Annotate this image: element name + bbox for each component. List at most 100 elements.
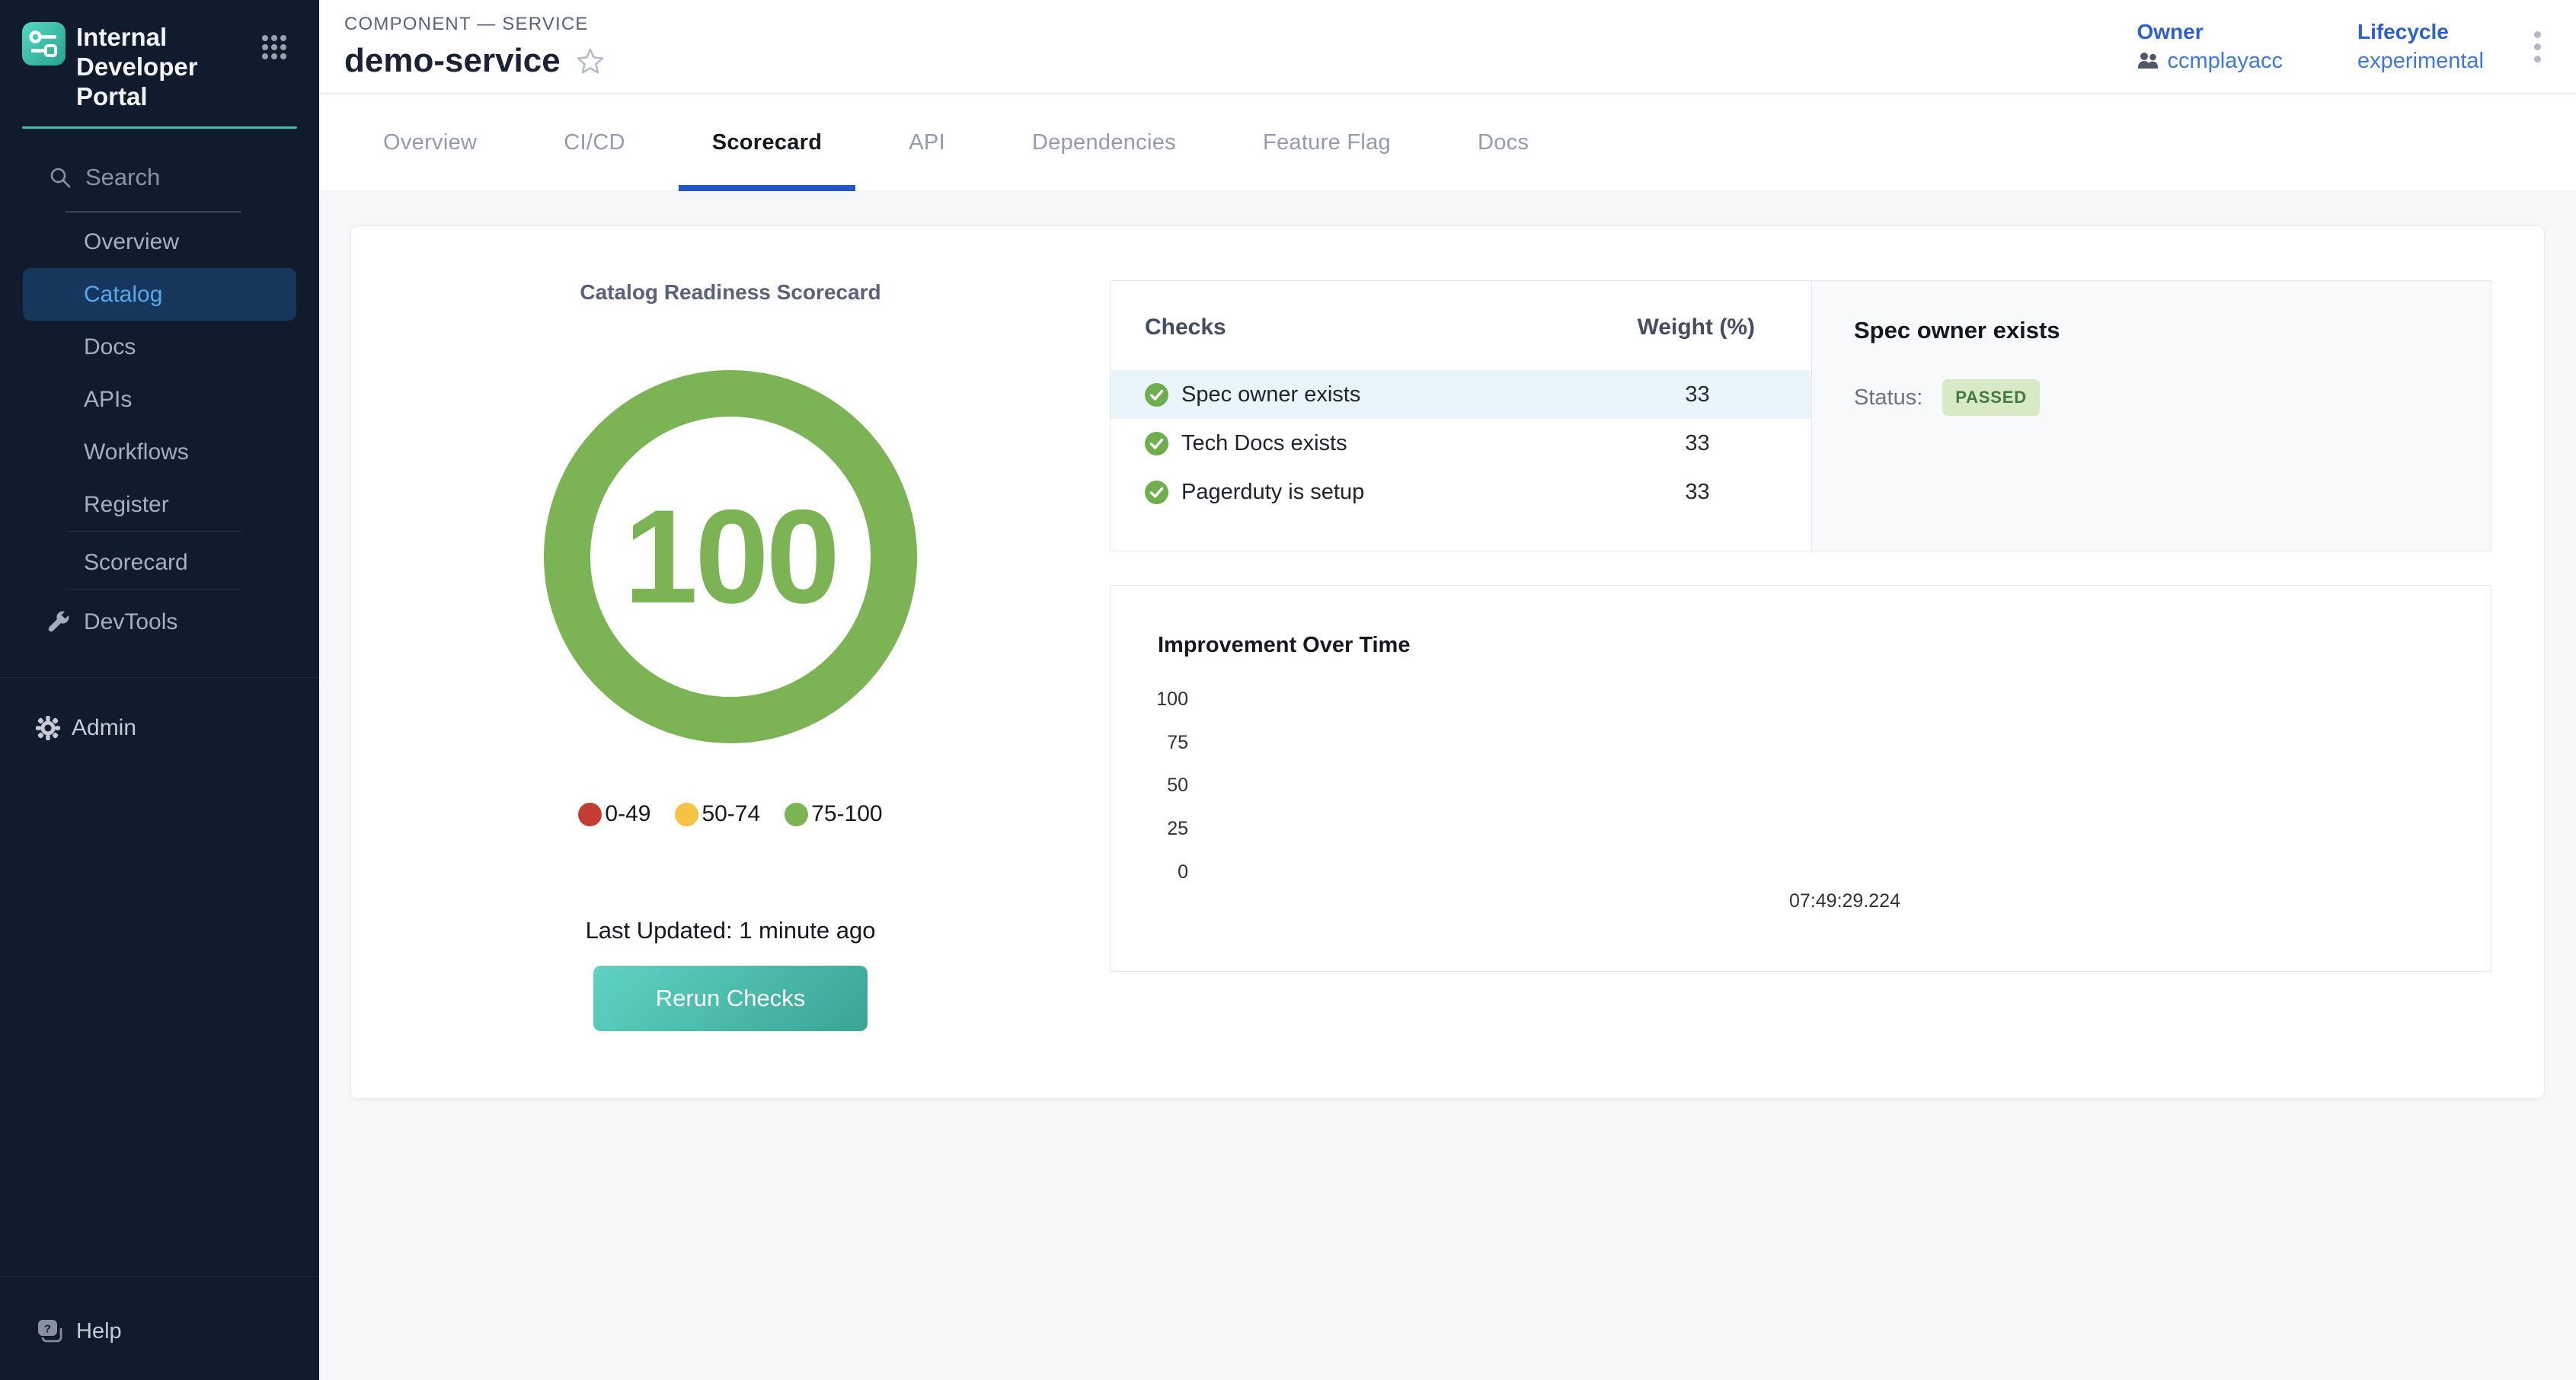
tab-overview[interactable]: Overview <box>350 94 510 190</box>
wrench-icon <box>44 609 72 636</box>
tab-api[interactable]: API <box>875 94 979 190</box>
brand-divider <box>22 126 297 129</box>
check-name: Tech Docs exists <box>1181 431 1347 456</box>
star-icon[interactable] <box>576 46 605 75</box>
check-name: Spec owner exists <box>1181 382 1360 407</box>
tab-label: Dependencies <box>1032 130 1176 155</box>
legend-label: 50-74 <box>702 801 760 827</box>
sidebar-item-label: Help <box>76 1319 122 1344</box>
y-axis-tick: 25 <box>1111 817 1188 840</box>
grid-dots-icon[interactable] <box>261 34 287 64</box>
lifecycle-value: experimental <box>2357 49 2484 74</box>
check-row-tech-docs-exists[interactable]: Tech Docs exists 33 <box>1111 419 1811 468</box>
sidebar-item-overview[interactable]: Overview <box>0 216 319 268</box>
tab-label: API <box>909 130 945 155</box>
check-circle-icon <box>1145 383 1168 407</box>
legend-label: 75-100 <box>811 801 882 827</box>
check-name: Pagerduty is setup <box>1181 480 1364 505</box>
entity-header-left: COMPONENT — SERVICE demo-service <box>344 14 605 80</box>
legend-label: 0-49 <box>605 801 650 827</box>
entity-tabs: Overview CI/CD Scorecard API Dependencies Fea… <box>319 94 2576 191</box>
last-updated-text: Last Updated: 1 minute ago <box>586 917 876 944</box>
y-axis-tick: 75 <box>1111 731 1188 754</box>
sidebar-item-label: DevTools <box>84 609 177 635</box>
checks-box: Checks Weight (%) Spec owner exists33Tec… <box>1110 280 2491 551</box>
sidebar-item-scorecard[interactable]: Scorecard <box>0 536 319 589</box>
owner-block: Owner ccmplayacc <box>2137 20 2283 74</box>
legend-dot <box>785 803 808 826</box>
check-weight: 33 <box>1640 480 1755 505</box>
sidebar-item-register[interactable]: Register <box>0 478 319 531</box>
search-input[interactable]: Search <box>49 164 319 191</box>
x-axis-tick: 07:49:29.224 <box>1789 890 1900 912</box>
lifecycle-block: Lifecycle experimental <box>2357 20 2484 74</box>
gear-icon <box>35 715 61 741</box>
people-icon <box>2137 51 2159 71</box>
check-row-pagerduty-is-setup[interactable]: Pagerduty is setup 33 <box>1111 468 1811 516</box>
search-underline <box>66 211 241 212</box>
svg-text:?: ? <box>44 1323 51 1336</box>
legend-item-0-49: 0-49 <box>578 801 650 827</box>
details-column: Checks Weight (%) Spec owner exists33Tec… <box>1110 226 2544 1098</box>
tab-label: Docs <box>1478 130 1529 155</box>
owner-label: Owner <box>2137 20 2283 44</box>
sidebar-item-help[interactable]: ? Help <box>0 1305 319 1358</box>
breadcrumb: COMPONENT — SERVICE <box>344 14 605 35</box>
sidebar-item-devtools[interactable]: DevTools <box>0 596 319 648</box>
kebab-menu-icon[interactable] <box>2530 27 2546 67</box>
improvement-chart: Improvement Over Time 100 75 50 25 0 07:49:2… <box>1110 585 2491 972</box>
scorecard-heading: Catalog Readiness Scorecard <box>580 280 881 305</box>
score-gauge: 100 <box>544 370 917 743</box>
owner-link[interactable]: ccmplayacc <box>2137 49 2283 74</box>
check-detail-heading: Spec owner exists <box>1854 317 2449 344</box>
gauge-column: Catalog Readiness Scorecard 100 0-49 50-7… <box>351 226 1110 1098</box>
sidebar-item-admin[interactable]: Admin <box>0 701 319 754</box>
tab-label: Feature Flag <box>1263 130 1391 155</box>
check-circle-icon <box>1145 481 1168 504</box>
scorecard-card: Catalog Readiness Scorecard 100 0-49 50-7… <box>350 225 2545 1099</box>
score-value: 100 <box>624 481 837 634</box>
tab-label: Scorecard <box>712 130 823 155</box>
checks-table: Checks Weight (%) Spec owner exists33Tec… <box>1111 281 1811 551</box>
weight-column-header: Weight (%) <box>1638 315 1755 340</box>
sidebar-item-catalog[interactable]: Catalog <box>23 268 296 321</box>
legend-dot <box>578 803 602 826</box>
y-axis-tick: 50 <box>1111 774 1188 797</box>
brand-title: Internal Developer Portal <box>76 22 257 111</box>
sidebar-item-label: Admin <box>72 715 136 741</box>
sidebar-item-apis[interactable]: APIs <box>0 373 319 426</box>
entity-header-right: Owner ccmplayacc Lifecycle experimental <box>2137 20 2546 74</box>
rerun-checks-button[interactable]: Rerun Checks <box>593 966 868 1031</box>
legend-item-50-74: 50-74 <box>675 801 760 827</box>
tab-docs[interactable]: Docs <box>1444 94 1562 190</box>
lifecycle-label: Lifecycle <box>2357 20 2484 44</box>
y-axis-tick: 0 <box>1111 861 1188 883</box>
tab-label: CI/CD <box>564 130 625 155</box>
page-title: demo-service <box>344 42 561 80</box>
status-label: Status: <box>1854 385 1922 410</box>
check-detail-panel: Spec owner exists Status: PASSED <box>1811 281 2491 551</box>
content: Catalog Readiness Scorecard 100 0-49 50-7… <box>319 192 2576 1380</box>
search-icon <box>49 166 72 189</box>
brand: Internal Developer Portal <box>0 0 319 111</box>
tab-feature-flag[interactable]: Feature Flag <box>1229 94 1424 190</box>
checks-column-header: Checks <box>1145 315 1226 340</box>
check-circle-icon <box>1145 432 1168 455</box>
help-divider <box>0 1276 319 1277</box>
active-tab-underline <box>679 185 856 191</box>
sidebar-item-docs[interactable]: Docs <box>0 321 319 373</box>
sidebar-nav-secondary: Scorecard <box>0 536 319 589</box>
tab-scorecard[interactable]: Scorecard <box>679 94 856 190</box>
check-row-spec-owner-exists[interactable]: Spec owner exists33 <box>1111 370 1811 419</box>
sidebar-item-workflows[interactable]: Workflows <box>0 426 319 478</box>
check-weight: 33 <box>1640 431 1755 456</box>
y-axis-tick: 100 <box>1111 688 1188 711</box>
help-chat-icon: ? <box>37 1318 65 1346</box>
sidebar-divider <box>0 677 319 678</box>
chart-title: Improvement Over Time <box>1158 633 1410 658</box>
tab-dependencies[interactable]: Dependencies <box>999 94 1210 190</box>
search-placeholder: Search <box>85 164 160 191</box>
tab-ci-cd[interactable]: CI/CD <box>530 94 658 190</box>
score-legend: 0-49 50-74 75-100 <box>566 801 894 827</box>
status-badge: PASSED <box>1942 379 2040 416</box>
